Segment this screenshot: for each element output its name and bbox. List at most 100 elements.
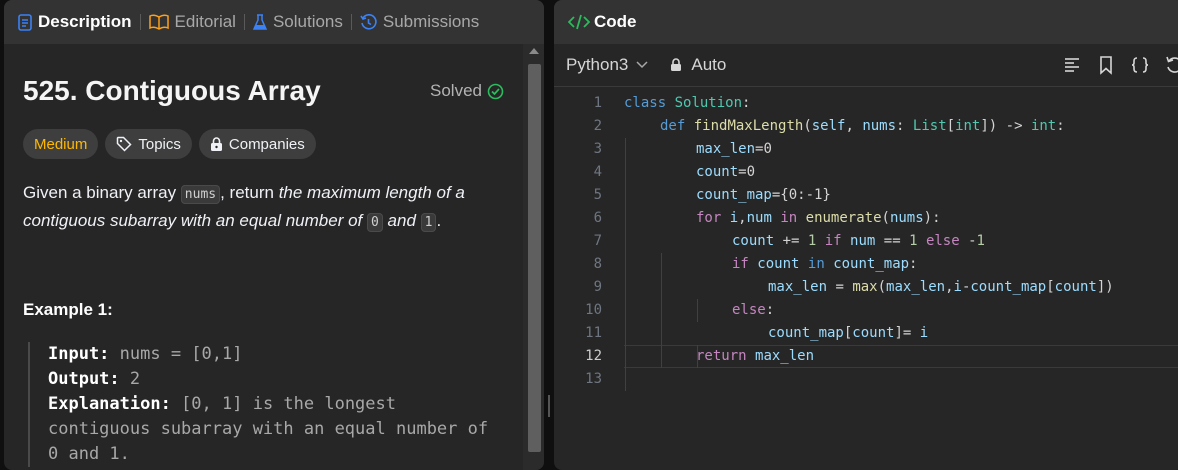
explanation-text: contiguous subarray with an equal number… — [48, 419, 489, 439]
description-scrollbar[interactable] — [523, 44, 544, 470]
braces-icon[interactable] — [1130, 55, 1150, 75]
line-number: 5 — [593, 187, 602, 203]
companies-label: Companies — [228, 135, 305, 153]
code-text: return max_len — [696, 348, 815, 364]
line-number: 2 — [593, 118, 602, 134]
code-text: count += 1 if num == 1 else -1 — [732, 233, 985, 249]
lock-icon — [671, 58, 682, 71]
reset-icon[interactable] — [1164, 55, 1178, 75]
panel-resize-handle[interactable] — [548, 395, 550, 417]
tab-editorial[interactable]: Editorial — [141, 0, 244, 44]
code-line[interactable]: 5 count_map={0:-1} — [554, 184, 1178, 207]
problem-description: Given a binary array nums, return the ma… — [23, 180, 493, 236]
indent-guide — [697, 345, 698, 368]
scrollbar-thumb[interactable] — [528, 64, 541, 452]
code-line[interactable]: 1 class Solution: — [554, 92, 1178, 115]
input-value: nums = [0,1] — [109, 344, 243, 364]
code-line[interactable]: 9 max_len = max(max_len,i-count_map[count… — [554, 276, 1178, 299]
example-input: Input: nums = [0,1] — [48, 342, 528, 367]
code-title: Code — [594, 12, 637, 31]
line-number: 10 — [585, 302, 602, 318]
tab-description[interactable]: Description — [4, 0, 140, 44]
code-line[interactable]: 3 max_len=0 — [554, 138, 1178, 161]
companies-button[interactable]: Companies — [198, 129, 316, 159]
desc-text: Given a binary array — [23, 183, 181, 202]
desc-text: . — [436, 211, 442, 230]
topics-label: Topics — [138, 135, 181, 153]
code-text: if count in count_map: — [732, 256, 918, 272]
code-editor[interactable]: 1 class Solution: 2 def findMaxLength(self,… — [554, 92, 1178, 470]
code-text: count_map[count]= i — [768, 325, 929, 341]
code-text: max_len=0 — [696, 141, 772, 157]
code-line[interactable]: 6 for i,num in enumerate(nums): — [554, 207, 1178, 230]
explanation-text: [0, 1] is the longest — [170, 394, 396, 414]
code-line[interactable]: 10 else: — [554, 299, 1178, 322]
solved-status: Solved — [430, 81, 504, 101]
difficulty-badge[interactable]: Medium — [23, 129, 99, 159]
code-text: class Solution: — [624, 95, 751, 111]
example-output: Output: 2 — [48, 367, 528, 392]
tab-submissions-label: Submissions — [382, 12, 480, 31]
problem-tabs: Description Editorial Solutions Submissi… — [4, 0, 544, 44]
code-line[interactable]: 7 count += 1 if num == 1 else -1 — [554, 230, 1178, 253]
auto-mode-toggle[interactable]: Auto — [670, 55, 726, 75]
code-header: Code — [554, 0, 1178, 44]
tab-editorial-label: Editorial — [174, 12, 236, 31]
code-line[interactable]: 4 count=0 — [554, 161, 1178, 184]
example-block: Input: nums = [0,1] Output: 2 Explanatio… — [28, 342, 528, 467]
code-line[interactable]: 2 def findMaxLength(self, nums: List[int]… — [554, 115, 1178, 138]
line-number: 13 — [585, 371, 602, 387]
code-panel: Code Python3 Auto 1 class Solution: 2 def f… — [554, 0, 1178, 470]
lock-icon — [210, 136, 222, 151]
code-line[interactable]: 12 return max_len — [554, 345, 1178, 368]
example-title: Example 1: — [23, 300, 113, 319]
indent-guide — [697, 299, 698, 322]
auto-label: Auto — [691, 55, 727, 74]
input-label: Input: — [48, 344, 110, 364]
line-number: 3 — [593, 141, 602, 157]
chevron-down-icon — [636, 61, 648, 69]
code-text: count=0 — [696, 164, 756, 180]
line-number: 7 — [593, 233, 602, 249]
indent-guide — [625, 138, 626, 391]
tab-solutions-label: Solutions — [272, 12, 343, 31]
scroll-up-arrow-icon[interactable] — [529, 48, 539, 54]
explanation-label: Explanation: — [48, 394, 171, 414]
code-line[interactable]: 8 if count in count_map: — [554, 253, 1178, 276]
line-number: 6 — [593, 210, 602, 226]
inline-code: 0 — [366, 213, 383, 232]
problem-panel: Description Editorial Solutions Submissi… — [4, 0, 544, 470]
topics-button[interactable]: Topics — [105, 129, 192, 159]
line-number: 4 — [593, 164, 602, 180]
inline-code: 1 — [420, 213, 437, 232]
tab-submissions[interactable]: Submissions — [352, 0, 487, 44]
output-value: 2 — [119, 369, 141, 389]
code-line[interactable]: 13 — [554, 368, 1178, 391]
problem-title: 525. Contiguous Array — [23, 75, 321, 106]
editor-toolbar: Python3 Auto — [554, 44, 1178, 87]
code-text: for i,num in enumerate(nums): — [696, 210, 941, 226]
bookmark-icon[interactable] — [1096, 55, 1116, 75]
line-number: 1 — [593, 95, 602, 111]
book-icon — [148, 14, 169, 30]
inline-code: nums — [180, 185, 221, 204]
tab-description-label: Description — [38, 12, 132, 31]
line-number: 8 — [593, 256, 602, 272]
code-text: max_len = max(max_len,i-count_map[count]… — [768, 279, 1114, 295]
line-number: 9 — [593, 279, 602, 295]
desc-emphasis: and — [382, 211, 421, 230]
explanation-text: 0 and 1. — [48, 444, 130, 464]
format-icon[interactable] — [1062, 55, 1082, 75]
line-number: 11 — [585, 325, 602, 341]
toolbar-icons — [1062, 55, 1178, 75]
tag-icon — [117, 136, 132, 152]
code-line[interactable]: 11 count_map[count]= i — [554, 322, 1178, 345]
language-label: Python3 — [566, 55, 629, 74]
code-text: def findMaxLength(self, nums: List[int])… — [660, 118, 1065, 134]
flask-icon — [252, 13, 267, 30]
output-label: Output: — [48, 369, 120, 389]
tab-solutions[interactable]: Solutions — [245, 0, 351, 44]
line-number: 12 — [585, 348, 602, 364]
language-select[interactable]: Python3 — [566, 55, 648, 75]
code-brackets-icon — [568, 14, 590, 30]
